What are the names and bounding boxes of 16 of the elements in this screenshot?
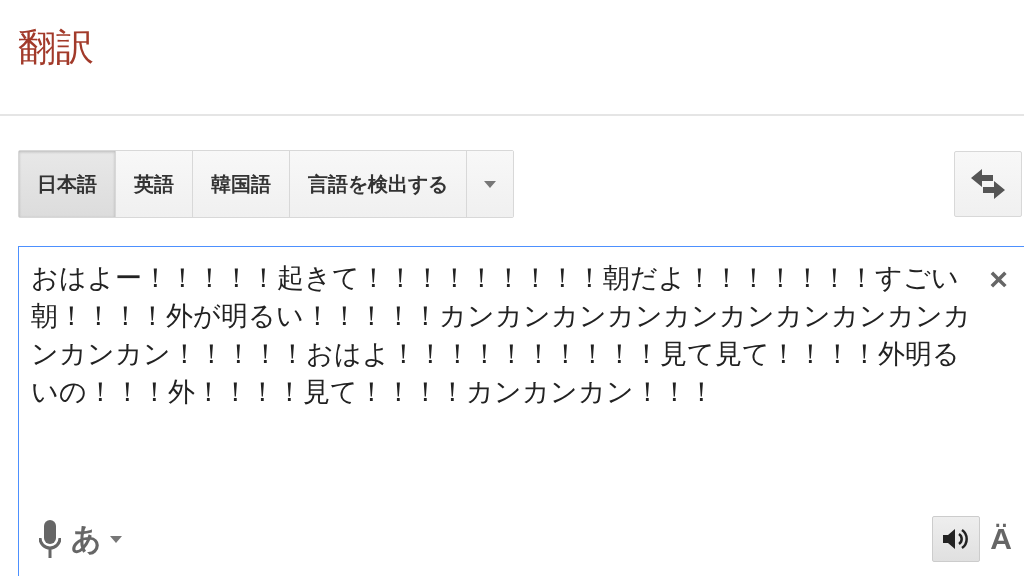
language-tab[interactable]: 言語を検出する xyxy=(290,151,467,217)
language-tab[interactable]: 韓国語 xyxy=(193,151,290,217)
clear-button[interactable]: × xyxy=(989,263,1008,295)
microphone-icon[interactable] xyxy=(39,520,61,558)
language-tab[interactable]: 日本語 xyxy=(19,151,116,217)
swap-languages-button[interactable] xyxy=(954,151,1022,217)
speaker-icon xyxy=(943,527,970,551)
page-title: 翻訳 xyxy=(18,24,94,71)
input-tool-button[interactable]: あ xyxy=(71,518,122,560)
listen-button[interactable] xyxy=(932,516,981,562)
language-tab[interactable]: 英語 xyxy=(116,151,193,217)
source-text-field[interactable]: おはよー！！！！！起きて！！！！！！！！！朝だよ！！！！！！！すごい朝！！！！外が明るい！！！！！カンカンカンカンカンカンカンカンカンカンカンカン！！！！！おはよ！！！！！！！！！！見て見て！！！！外明るいの！！！外！！！！見て！！！！カンカンカン！！！ xyxy=(31,259,971,455)
caret-icon xyxy=(484,180,496,188)
font-toggle-button[interactable]: Ä xyxy=(990,522,1012,556)
swap-arrows-icon xyxy=(971,169,1005,199)
caret-icon xyxy=(110,535,122,543)
